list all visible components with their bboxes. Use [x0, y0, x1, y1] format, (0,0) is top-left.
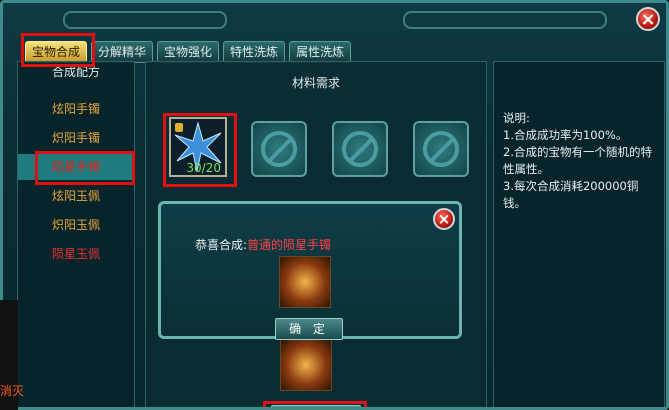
tab-trait-refine[interactable]: 特性洗炼: [223, 41, 286, 63]
tab-decompose[interactable]: 分解精华: [91, 41, 154, 63]
success-message: 恭喜合成:普通的陨星手镯: [195, 236, 331, 253]
material-slot-empty[interactable]: [413, 121, 469, 177]
recipe-panel-title: 合成配方: [51, 65, 100, 79]
tab-bar: 宝物合成 分解精华 宝物强化 特性洗炼 属性洗炼: [25, 41, 352, 63]
forbidden-icon: [261, 131, 297, 167]
result-bracelet-icon: [280, 339, 332, 391]
description-line: 3.每次合成消耗200000铜钱。: [503, 179, 639, 210]
description-line: 说明:: [503, 111, 530, 125]
material-count: 30/20: [186, 161, 221, 175]
background-text: 消灭: [0, 384, 25, 398]
recipe-item[interactable]: 陨星玉佩: [18, 241, 134, 267]
dialog-close-button[interactable]: ×: [433, 208, 455, 230]
description-panel: 说明: 1.合成成功率为100%。 2.合成的宝物有一个随机的特性属性。 3.每…: [493, 61, 665, 407]
recipe-item[interactable]: 炫阳手镯: [18, 96, 134, 122]
bracelet-icon: [279, 256, 331, 308]
header-ornament-right: [403, 11, 607, 29]
tab-attribute-refine[interactable]: 属性洗炼: [289, 41, 352, 63]
tab-enhance[interactable]: 宝物强化: [157, 41, 220, 63]
description-line: 2.合成的宝物有一个随机的特性属性。: [503, 145, 652, 176]
header-ornament-left: [63, 11, 227, 29]
synthesize-button[interactable]: [271, 405, 361, 407]
tab-treasure-synthesis[interactable]: 宝物合成: [25, 41, 88, 63]
forbidden-icon: [423, 131, 459, 167]
material-slot-empty[interactable]: [332, 121, 388, 177]
recipe-panel: 合成配方 炫阳手镯 炽阳手镯 陨星手镯 炫阳玉佩 炽阳玉佩 陨星玉佩: [17, 61, 135, 407]
recipe-item-selected[interactable]: 陨星手镯: [18, 154, 134, 180]
forbidden-icon: [342, 131, 378, 167]
synthesis-window: × 宝物合成 分解精华 宝物强化 特性洗炼 属性洗炼 合成配方 炫阳手镯 炽阳手…: [0, 0, 669, 410]
recipe-item[interactable]: 炽阳手镯: [18, 125, 134, 151]
material-slot-crystal[interactable]: 30/20: [169, 117, 227, 177]
description-line: 1.合成成功率为100%。: [503, 128, 628, 142]
confirm-button[interactable]: 确 定: [275, 318, 343, 340]
recipe-item[interactable]: 炽阳玉佩: [18, 212, 134, 238]
window-close-button[interactable]: ×: [636, 7, 660, 31]
material-slot-empty[interactable]: [251, 121, 307, 177]
success-prefix: 恭喜合成:: [195, 238, 248, 252]
recipe-item[interactable]: 炫阳玉佩: [18, 183, 134, 209]
success-dialog: × 恭喜合成:普通的陨星手镯 确 定: [158, 201, 462, 340]
material-panel-title: 材料需求: [291, 76, 340, 90]
result-item-name: 普通的陨星手镯: [247, 238, 332, 252]
